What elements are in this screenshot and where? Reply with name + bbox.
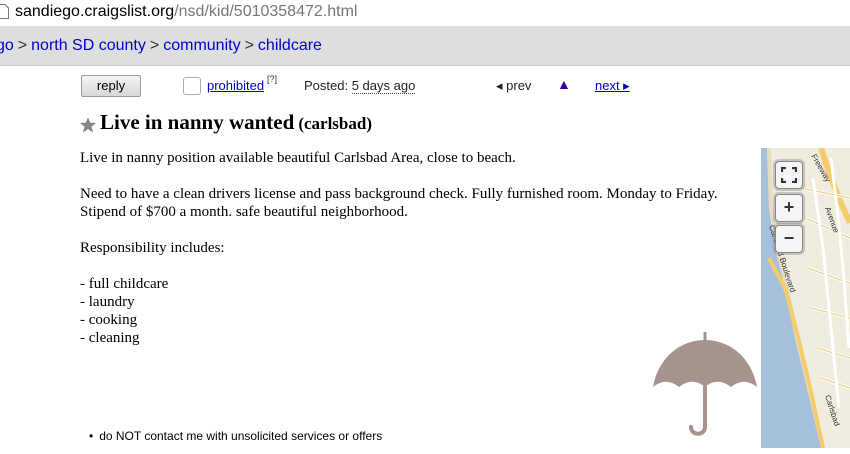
map-zoom-out-button[interactable]: − (775, 225, 803, 253)
posting-body: Live in nanny position available beautif… (80, 149, 740, 347)
map-fullscreen-button[interactable] (775, 161, 803, 189)
address-bar[interactable]: sandiego.craigslist.org/nsd/kid/50103584… (0, 0, 850, 27)
breadcrumb-separator: > (244, 37, 254, 54)
map-tiles: Freeway Avenue Carlsbad Boulevard Carlsb… (761, 148, 850, 448)
breadcrumb-city[interactable]: go (0, 37, 14, 54)
posted-date: 5 days ago (351, 78, 416, 94)
url-text[interactable]: sandiego.craigslist.org/nsd/kid/50103584… (15, 3, 357, 21)
breadcrumb-category[interactable]: childcare (258, 37, 322, 54)
posting-title-row: Live in nanny wanted (carlsbad) (80, 110, 372, 135)
posting-title: Live in nanny wanted (100, 110, 295, 134)
prohibited-checkbox[interactable] (183, 77, 201, 95)
map-zoom-in-button[interactable]: + (775, 194, 803, 222)
duty-item: - full childcare (80, 276, 169, 292)
url-host: sandiego.craigslist.org (15, 3, 175, 20)
prohibited-link[interactable]: prohibited (207, 78, 264, 93)
posting-location: (carlsbad) (298, 114, 372, 133)
location-map[interactable]: Freeway Avenue Carlsbad Boulevard Carlsb… (761, 148, 850, 448)
fullscreen-icon (780, 166, 798, 184)
body-paragraph: Responsibility includes: (80, 240, 225, 256)
body-paragraph: Need to have a clean drivers license and… (80, 186, 718, 220)
posted-info: Posted: 5 days ago (304, 78, 416, 94)
duty-item: - laundry (80, 294, 135, 310)
help-link[interactable]: [?] (267, 74, 277, 84)
reply-button[interactable]: reply (81, 75, 141, 97)
breadcrumb-bar: go > north SD county > community > childcare (0, 27, 850, 66)
url-path: /nsd/kid/5010358472.html (174, 3, 358, 20)
body-paragraph: Live in nanny position available beautif… (80, 150, 516, 166)
breadcrumb-separator: > (149, 37, 160, 54)
duty-item: - cleaning (80, 330, 140, 346)
breadcrumb-separator: > (17, 37, 28, 54)
breadcrumb-area[interactable]: north SD county (31, 37, 146, 54)
up-link[interactable]: ▲ (557, 76, 571, 92)
notice-item: do NOT contact me with unsolicited servi… (89, 429, 382, 443)
duty-item: - cooking (80, 312, 138, 328)
umbrella-icon (653, 332, 757, 436)
breadcrumb-section[interactable]: community (163, 37, 240, 54)
next-link[interactable]: next ▸ (595, 78, 630, 94)
breadcrumb: go > north SD county > community > childcare (0, 37, 322, 55)
favorite-star-icon[interactable] (80, 117, 96, 133)
page-icon (0, 4, 9, 19)
prev-link[interactable]: ◂ prev (496, 78, 531, 94)
posted-label: Posted: (304, 78, 349, 93)
